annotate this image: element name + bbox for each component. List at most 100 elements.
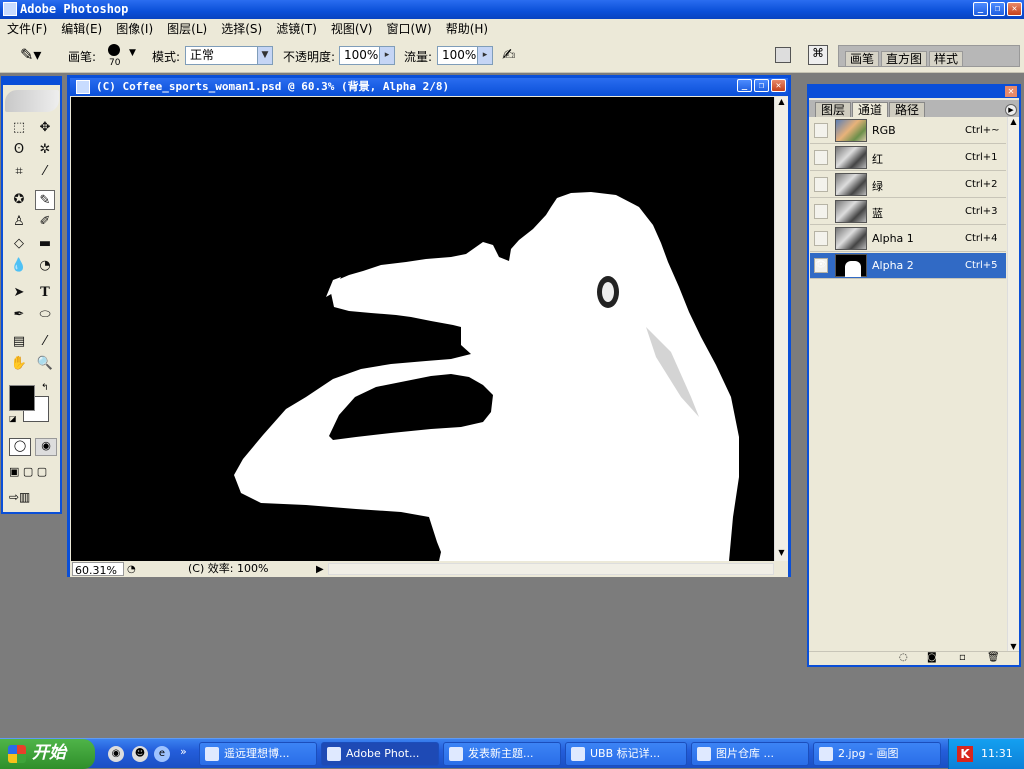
task-button[interactable]: UBB 标记详... xyxy=(565,742,687,766)
antivirus-tray-icon[interactable]: K xyxy=(957,746,973,762)
vertical-scrollbar[interactable]: ▲ ▼ xyxy=(774,97,788,561)
clone-stamp-icon[interactable]: ♙ xyxy=(9,212,29,232)
eyedropper-icon[interactable]: ⁄ xyxy=(35,332,55,352)
screen-mode-icons[interactable]: ▣ ▢ ▢ xyxy=(9,465,47,478)
palette-menu-icon[interactable]: ▶ xyxy=(1005,104,1017,116)
quick-mask-icon[interactable]: ◉ xyxy=(35,438,57,456)
adobe-feather-logo[interactable] xyxy=(5,90,59,112)
zoom-field[interactable]: 60.31% xyxy=(72,562,124,577)
tab-brushes[interactable]: 画笔 xyxy=(845,51,880,66)
menu-image[interactable]: 图像(I) xyxy=(109,19,160,39)
brush-tool-icon[interactable]: ✎ xyxy=(35,190,55,210)
task-button[interactable]: 图片仓库 ... xyxy=(691,742,809,766)
image-canvas[interactable] xyxy=(71,97,774,561)
channel-row-red[interactable]: 红 Ctrl+1 xyxy=(810,145,1006,171)
new-channel-icon[interactable]: ▫ xyxy=(959,652,966,663)
quicklaunch-browser-icon[interactable]: ◉ xyxy=(108,746,124,762)
channel-row-rgb[interactable]: RGB Ctrl+~ xyxy=(810,118,1006,144)
minimize-icon[interactable]: _ xyxy=(973,2,988,16)
pen-tool-icon[interactable]: ✒ xyxy=(9,305,29,325)
marquee-tool-icon[interactable]: ⬚ xyxy=(9,118,29,138)
clock[interactable]: 11:31 xyxy=(981,739,1013,768)
close-icon[interactable]: ✕ xyxy=(1005,86,1017,97)
save-selection-icon[interactable]: ◙ xyxy=(927,652,937,663)
crop-tool-icon[interactable]: ⌗ xyxy=(9,162,29,182)
brush-tool-preset-icon[interactable]: ✎▾ xyxy=(20,45,41,64)
default-colors-icon[interactable]: ◪ xyxy=(9,414,17,423)
notes-tool-icon[interactable]: ▤ xyxy=(9,332,29,352)
trash-icon[interactable]: 🗑 xyxy=(987,652,1000,663)
channel-row-alpha-2[interactable]: 👁 Alpha 2 Ctrl+5 xyxy=(810,253,1006,279)
scroll-down-icon[interactable]: ▼ xyxy=(1008,642,1019,651)
status-info-icon[interactable]: ◔ xyxy=(127,562,136,578)
task-button[interactable]: 遥远理想博... xyxy=(199,742,317,766)
quicklaunch-more-icon[interactable]: » xyxy=(180,745,187,758)
scroll-down-icon[interactable]: ▼ xyxy=(775,548,788,561)
zoom-tool-icon[interactable]: 🔍 xyxy=(35,354,55,374)
menu-edit[interactable]: 编辑(E) xyxy=(54,19,109,39)
eye-icon[interactable]: 👁 xyxy=(814,258,828,273)
blur-tool-icon[interactable]: 💧 xyxy=(9,256,29,276)
move-tool-icon[interactable]: ✥ xyxy=(35,118,55,138)
tab-paths[interactable]: 路径 xyxy=(889,102,926,117)
jump-to-imageready-icon[interactable]: ⇨▥ xyxy=(9,490,30,504)
tab-styles[interactable]: 样式 xyxy=(929,51,964,66)
lasso-tool-icon[interactable]: ʘ xyxy=(9,140,29,160)
menu-filter[interactable]: 滤镜(T) xyxy=(269,19,324,39)
magic-wand-icon[interactable]: ✲ xyxy=(35,140,55,160)
file-browser-icon[interactable] xyxy=(775,47,791,63)
menu-select[interactable]: 选择(S) xyxy=(214,19,269,39)
airbrush-icon[interactable]: ✍ xyxy=(502,45,515,64)
minimize-icon[interactable]: _ xyxy=(737,79,752,92)
tab-histogram[interactable]: 直方图 xyxy=(881,51,928,66)
menu-view[interactable]: 视图(V) xyxy=(324,19,380,39)
status-menu-arrow-icon[interactable]: ▶ xyxy=(316,562,324,578)
hand-tool-icon[interactable]: ✋ xyxy=(9,354,29,374)
brush-preview-icon[interactable] xyxy=(108,44,120,56)
scroll-up-icon[interactable]: ▲ xyxy=(1008,117,1019,126)
visibility-toggle[interactable] xyxy=(814,150,828,165)
horizontal-scrollbar[interactable] xyxy=(328,563,774,575)
task-button-paint[interactable]: 2.jpg - 画图 xyxy=(813,742,941,766)
menu-window[interactable]: 窗口(W) xyxy=(379,19,438,39)
task-button-photoshop[interactable]: Adobe Phot... xyxy=(321,742,439,766)
menu-help[interactable]: 帮助(H) xyxy=(439,19,495,39)
opacity-input[interactable]: 100% ▸ xyxy=(339,46,395,65)
gradient-tool-icon[interactable]: ▬ xyxy=(35,234,55,254)
healing-brush-icon[interactable]: ✪ xyxy=(9,190,29,210)
quicklaunch-ie-icon[interactable]: e xyxy=(154,746,170,762)
menu-layer[interactable]: 图层(L) xyxy=(160,19,214,39)
close-icon[interactable]: ✕ xyxy=(1007,2,1022,16)
quicklaunch-app-icon[interactable]: ☻ xyxy=(132,746,148,762)
close-icon[interactable]: ✕ xyxy=(771,79,786,92)
task-button[interactable]: 发表新主题... xyxy=(443,742,561,766)
swap-colors-icon[interactable]: ↰ xyxy=(41,383,49,393)
ellipse-tool-icon[interactable]: ⬭ xyxy=(35,305,55,325)
scroll-up-icon[interactable]: ▲ xyxy=(775,97,788,110)
flow-input[interactable]: 100% ▸ xyxy=(437,46,493,65)
chevron-down-icon[interactable]: ▼ xyxy=(257,47,272,64)
arrow-right-icon[interactable]: ▸ xyxy=(379,47,394,64)
visibility-toggle[interactable] xyxy=(814,204,828,219)
load-selection-icon[interactable]: ◌ xyxy=(899,652,908,663)
channel-row-blue[interactable]: 蓝 Ctrl+3 xyxy=(810,199,1006,225)
visibility-toggle[interactable] xyxy=(814,123,828,138)
palette-scrollbar[interactable]: ▲ ▼ xyxy=(1007,117,1019,651)
dodge-tool-icon[interactable]: ◔ xyxy=(35,256,55,276)
brush-dropdown-icon[interactable]: ▼ xyxy=(129,48,136,58)
path-selection-icon[interactable]: ➤ xyxy=(9,283,29,303)
foreground-color-swatch[interactable] xyxy=(9,385,35,411)
document-title-bar[interactable]: (C) Coffee_sports_woman1.psd @ 60.3% (背景… xyxy=(70,78,788,96)
visibility-toggle[interactable] xyxy=(814,177,828,192)
arrow-right-icon[interactable]: ▸ xyxy=(477,47,492,64)
tab-layers[interactable]: 图层 xyxy=(815,102,852,117)
start-button[interactable]: 开始 xyxy=(0,739,95,769)
slice-tool-icon[interactable]: ⁄ xyxy=(35,162,55,182)
restore-icon[interactable]: ❐ xyxy=(754,79,769,92)
restore-icon[interactable]: ❐ xyxy=(990,2,1005,16)
mode-select[interactable]: 正常 ▼ xyxy=(185,46,273,65)
palette-well-icon[interactable]: ⌘ xyxy=(808,45,828,65)
channel-row-alpha-1[interactable]: Alpha 1 Ctrl+4 xyxy=(810,226,1006,252)
channel-row-green[interactable]: 绿 Ctrl+2 xyxy=(810,172,1006,198)
history-brush-icon[interactable]: ✐ xyxy=(35,212,55,232)
